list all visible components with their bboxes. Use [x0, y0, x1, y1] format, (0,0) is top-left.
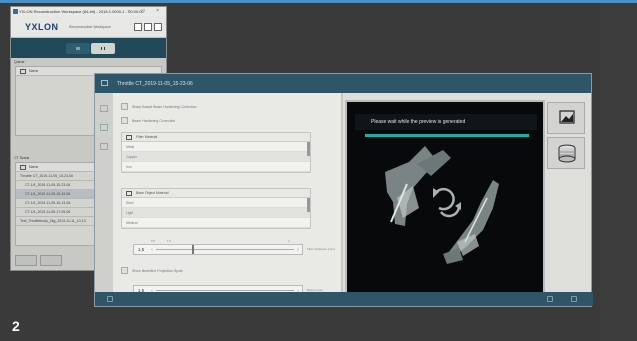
option-label: Show Beamline Projection Spots [132, 268, 183, 273]
tick-label: 4 [288, 239, 290, 243]
app-subtitle: Reconstruction Workspace [69, 25, 111, 29]
option-beam-hardening[interactable]: Beam Hardening Correction [121, 117, 175, 124]
info-icon[interactable] [154, 23, 162, 31]
volume-view-button[interactable] [547, 137, 585, 169]
option-label: Beam Hardening Correction [132, 118, 176, 123]
screen-top-bar [0, 0, 637, 3]
slider-note: Filter thickness (mm) [307, 247, 335, 251]
slider-track[interactable] [156, 290, 294, 291]
splitter[interactable] [341, 93, 343, 294]
object-header-label: Base Object Material [136, 191, 169, 195]
preview-pane: Please wait while the preview is generat… [345, 100, 545, 294]
yxlon-logo: YXLON [25, 22, 59, 32]
nav-icon[interactable] [100, 143, 108, 150]
filter-header: Filter Material [122, 133, 310, 142]
footer-icon[interactable] [571, 296, 577, 302]
footer-icon[interactable] [547, 296, 553, 302]
scans-header-name: Name [29, 165, 39, 169]
calendar-icon [126, 190, 132, 196]
queue-header-name: Name [29, 69, 39, 73]
window-icon [101, 80, 108, 86]
settings-panel: Sharp Based Beam Hardening Correction Be… [113, 93, 343, 294]
object-row[interactable]: Steel [122, 198, 310, 208]
image-icon [559, 110, 575, 124]
calendar-icon [20, 164, 26, 170]
queue-label: Queue [14, 60, 25, 64]
stop-button[interactable] [66, 43, 90, 54]
dialog-titlebar: Throttle CT_2019-11-05_15-23-06 [95, 74, 591, 93]
calendar-icon [20, 68, 26, 74]
ct-preview-image [385, 146, 499, 264]
checkbox[interactable] [121, 103, 128, 110]
slider-track[interactable] [156, 245, 294, 254]
filter-row[interactable]: Metal [122, 142, 310, 152]
calendar-icon [126, 134, 132, 140]
main-window-title: YXLON Reconstruction Workspace (64-bit) … [19, 9, 144, 14]
window-controls[interactable]: – □ × [128, 8, 165, 14]
settings-button[interactable] [15, 255, 37, 266]
settings-icon[interactable] [134, 23, 142, 31]
nav-icon[interactable] [100, 124, 108, 131]
dialog-side-strip [95, 93, 113, 294]
tick-label: 1.0 [167, 239, 172, 243]
object-row[interactable]: Light [122, 208, 310, 218]
option-artifact[interactable]: Show Beamline Projection Spots [121, 267, 183, 274]
dialog-footer [95, 292, 593, 306]
footer-icon[interactable] [107, 296, 113, 302]
scrollbar[interactable] [307, 142, 310, 156]
chevron-left-icon[interactable]: ‹ [148, 247, 156, 252]
control-band [11, 38, 166, 58]
panel-number: 2 [12, 318, 20, 334]
chevron-right-icon[interactable]: › [294, 247, 302, 252]
filter-thickness-slider[interactable]: 1,5 ‹ › [133, 244, 303, 255]
slider-handle[interactable] [192, 245, 194, 254]
filter-row[interactable]: Copper [122, 152, 310, 162]
folder-button[interactable] [40, 255, 62, 266]
right-dark-panel [600, 3, 637, 341]
dialog-title: Throttle CT_2019-11-05_15-23-06 [117, 80, 193, 87]
header-icons [134, 23, 162, 31]
checkbox[interactable] [121, 117, 128, 124]
option-beam-sharp[interactable]: Sharp Based Beam Hardening Correction [121, 103, 197, 110]
checkbox[interactable] [121, 267, 128, 274]
refresh-icon [433, 187, 461, 218]
option-label: Sharp Based Beam Hardening Correction [132, 104, 197, 109]
bottom-toolbar [15, 255, 62, 266]
pause-button[interactable] [91, 43, 115, 54]
stop-icon [76, 47, 80, 50]
object-material-group: Base Object Material Steel Light Medium [121, 188, 311, 229]
object-row[interactable]: Medium [122, 218, 310, 228]
cylinder-icon [558, 144, 576, 163]
scrollbar[interactable] [307, 198, 310, 212]
slider-value: 1,5 [137, 247, 145, 252]
filter-row[interactable]: Iron [122, 162, 310, 172]
filter-material-group: Filter Material Metal Copper Iron [121, 132, 311, 173]
app-icon [13, 9, 18, 14]
object-header: Base Object Material [122, 189, 310, 198]
pause-icon [101, 47, 105, 50]
main-window-titlebar: YXLON Reconstruction Workspace (64-bit) … [11, 7, 166, 16]
tick-label: 0.5 [151, 239, 156, 243]
image-view-button[interactable] [547, 102, 585, 134]
reconstruction-dialog: Throttle CT_2019-11-05_15-23-06 Sharp Ba… [94, 73, 593, 307]
nav-icon[interactable] [100, 105, 108, 112]
main-window-header: YXLON Reconstruction Workspace [11, 16, 166, 38]
filter-header-label: Filter Material [136, 135, 158, 139]
camera-icon[interactable] [144, 23, 152, 31]
